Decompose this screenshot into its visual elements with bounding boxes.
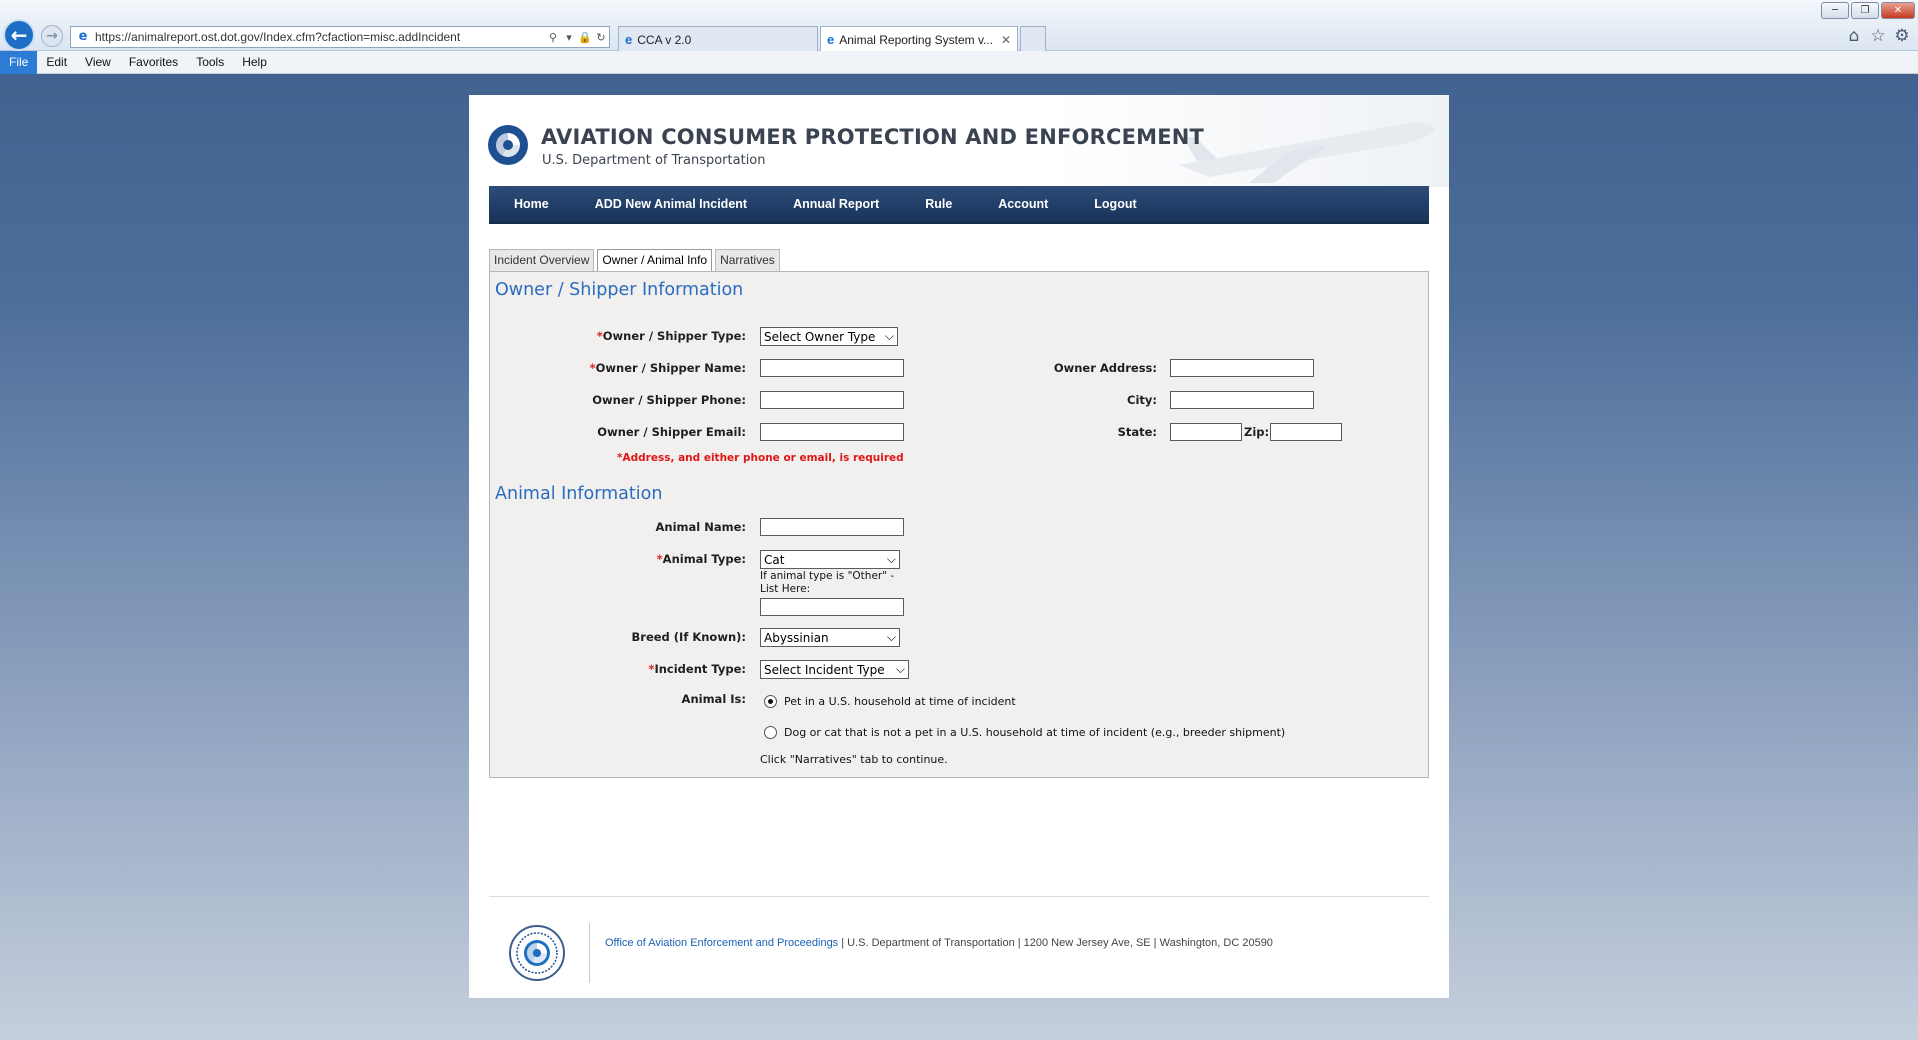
menu-favorites[interactable]: Favorites [120,51,187,74]
refresh-icon[interactable]: ↻ [593,31,609,44]
site-title: AVIATION CONSUMER PROTECTION AND ENFORCE… [541,125,1205,149]
ie-page-icon: e [78,29,88,44]
footer-office-link[interactable]: Office of Aviation Enforcement and Proce… [605,937,838,949]
owner-address-label: Owner Address: [1053,361,1157,375]
animal-section-title: Animal Information [495,484,663,504]
chevron-down-icon: ⌵ [886,552,896,566]
nav-rule[interactable]: Rule [902,197,975,211]
owner-phone-label: Owner / Shipper Phone: [592,393,746,407]
requirement-note: *Address, and either phone or email, is … [617,452,904,464]
page-container: AVIATION CONSUMER PROTECTION AND ENFORCE… [469,95,1449,998]
menu-tools[interactable]: Tools [187,51,233,74]
tab-narratives[interactable]: Narratives [715,249,780,271]
ie-page-icon: e [625,32,633,47]
continue-hint: Click "Narratives" tab to continue. [760,753,948,766]
footer-address: | U.S. Department of Transportation | 12… [838,937,1273,949]
chevron-down-icon: ⌵ [886,630,896,644]
menu-view[interactable]: View [76,51,120,74]
forward-button[interactable]: → [41,25,63,47]
owner-type-select[interactable]: Select Owner Type ⌵ [760,327,898,346]
footer-vertical-divider [589,923,590,983]
menu-edit[interactable]: Edit [37,51,76,74]
nav-annual-report[interactable]: Annual Report [770,197,902,211]
chevron-down-icon: ⌵ [884,329,894,343]
browser-tab-cca[interactable]: e CCA v 2.0 [618,26,818,52]
new-tab-button[interactable] [1020,26,1046,52]
owner-email-input[interactable] [760,423,904,441]
owner-type-label: *Owner / Shipper Type: [596,329,746,343]
tab-owner-animal-info[interactable]: Owner / Animal Info [597,249,713,273]
lock-icon[interactable]: 🔒 [577,31,593,44]
state-input[interactable] [1170,423,1242,441]
zip-input[interactable] [1270,423,1342,441]
owner-section-title: Owner / Shipper Information [495,280,744,300]
animal-type-select[interactable]: Cat ⌵ [760,550,900,569]
menu-file[interactable]: File [0,50,38,74]
incident-type-label: *Incident Type: [648,662,746,676]
chevron-down-icon: ⌵ [895,662,905,676]
tab-incident-overview[interactable]: Incident Overview [489,249,595,271]
owner-name-input[interactable] [760,359,904,377]
main-nav: Home ADD New Animal Incident Annual Repo… [489,186,1429,224]
form-tabs: Incident Overview Owner / Animal Info Na… [489,249,783,273]
back-button[interactable]: ← [3,19,35,51]
dot-logo-icon [488,125,528,165]
city-input[interactable] [1170,391,1314,409]
owner-phone-input[interactable] [760,391,904,409]
nav-logout[interactable]: Logout [1071,197,1159,211]
tab-title: Animal Reporting System v... [839,32,994,47]
airplane-graphic [1179,122,1435,183]
incident-type-select[interactable]: Select Incident Type ⌵ [760,660,909,679]
gear-icon[interactable]: ⚙ [1892,26,1912,46]
state-label: State: [1117,425,1157,439]
other-hint: If animal type is "Other" - List Here: [760,570,895,595]
nav-home[interactable]: Home [491,197,572,211]
zip-label: Zip: [1244,425,1270,439]
footer-divider-line [489,896,1429,897]
dot-seal-icon [509,925,565,981]
animal-type-other-input[interactable] [760,598,904,616]
site-header: AVIATION CONSUMER PROTECTION AND ENFORCE… [469,95,1449,187]
animal-type-label: *Animal Type: [656,552,746,566]
close-window-button[interactable]: ✕ [1881,2,1915,19]
browser-tab-animal-reporting[interactable]: e Animal Reporting System v... ✕ [820,26,1018,52]
maximize-button[interactable]: ❐ [1851,2,1879,19]
radio-pet[interactable] [764,695,777,708]
nav-add-incident[interactable]: ADD New Animal Incident [572,197,770,211]
owner-address-input[interactable] [1170,359,1314,377]
animal-name-label: Animal Name: [655,520,746,534]
footer-text: Office of Aviation Enforcement and Proce… [605,937,1273,949]
minimize-button[interactable]: ─ [1821,2,1849,19]
radio-not-pet[interactable] [764,726,777,739]
menu-bar: File Edit View Favorites Tools Help [0,50,1918,74]
tab-title: CCA v 2.0 [637,32,692,47]
form-panel: Owner / Shipper Information *Owner / Shi… [489,271,1429,778]
dropdown-icon[interactable]: ▾ [561,31,577,44]
menu-help[interactable]: Help [233,51,276,74]
browser-chrome: ← → e https://animalreport.ost.dot.gov/I… [0,0,1918,74]
close-icon[interactable]: ✕ [1001,33,1011,47]
breed-label: Breed (If Known): [631,630,746,644]
nav-account[interactable]: Account [975,197,1071,211]
radio-pet-label[interactable]: Pet in a U.S. household at time of incid… [784,695,1016,708]
address-url[interactable]: https://animalreport.ost.dot.gov/Index.c… [95,30,545,44]
owner-name-label: *Owner / Shipper Name: [589,361,746,375]
arrow-left-icon: ← [10,23,28,47]
site-subtitle: U.S. Department of Transportation [542,153,766,168]
animal-name-input[interactable] [760,518,904,536]
ie-page-icon: e [827,32,835,47]
search-icon[interactable]: ⚲ [545,31,561,44]
breed-select[interactable]: Abyssinian ⌵ [760,628,900,647]
star-icon[interactable]: ☆ [1868,26,1888,46]
arrow-right-icon: → [46,28,58,44]
radio-not-pet-label[interactable]: Dog or cat that is not a pet in a U.S. h… [784,726,1285,739]
owner-email-label: Owner / Shipper Email: [597,425,746,439]
address-bar[interactable]: e https://animalreport.ost.dot.gov/Index… [70,26,610,48]
home-icon[interactable]: ⌂ [1844,26,1864,46]
animal-is-label: Animal Is: [681,692,746,706]
city-label: City: [1127,393,1157,407]
